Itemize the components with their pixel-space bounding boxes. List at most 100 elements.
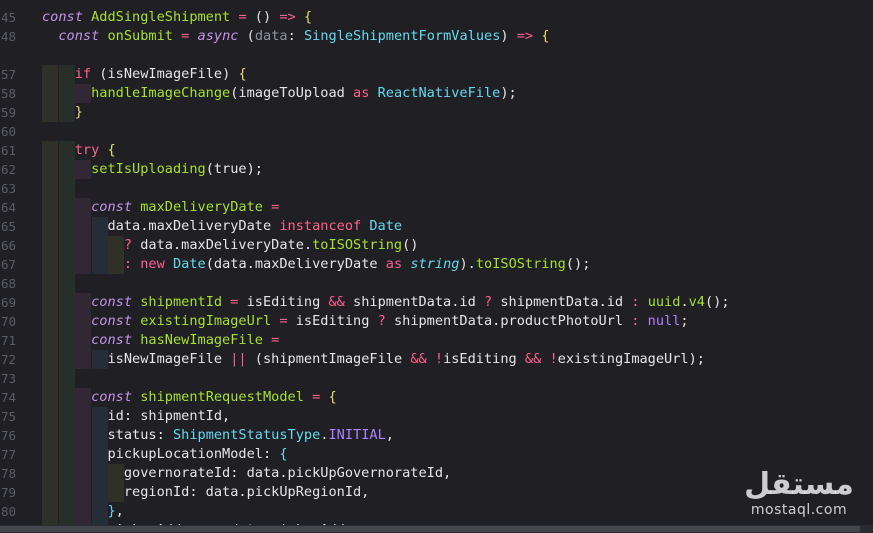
code-token: uuid: [647, 294, 681, 310]
code-line[interactable]: 76 status: ShipmentStatusType.INITIAL,: [0, 426, 873, 445]
code-token: =: [279, 313, 288, 329]
code-line[interactable]: [0, 46, 873, 65]
code-token: const: [91, 313, 141, 329]
indent-guide: [42, 369, 58, 388]
code-token: &&: [328, 294, 345, 310]
code-line[interactable]: 72 isNewImageFile || (shipmentImageFile …: [0, 350, 873, 369]
code-token: existingImageUrl: [140, 313, 272, 329]
code-token: :: [123, 256, 133, 272]
code-token: {: [238, 66, 247, 82]
code-line[interactable]: 63: [0, 179, 873, 198]
code-token: {: [320, 389, 337, 405]
code-token: !: [549, 351, 558, 367]
code-token: ,: [115, 503, 124, 519]
code-editor[interactable]: 45 const AddSingleShipment = () => {48 co…: [0, 0, 873, 533]
code-text: : new Date(data.maxDeliveryDate as strin…: [42, 255, 591, 274]
code-line[interactable]: 66 ? data.maxDeliveryDate.toISOString(): [0, 236, 873, 255]
code-token: (): [402, 237, 419, 253]
watermark-arabic-text: مستقل: [744, 467, 854, 502]
code-line[interactable]: 65 data.maxDeliveryDate instanceof Date: [0, 217, 873, 236]
line-number: 48: [0, 29, 16, 44]
line-number: 69: [0, 295, 16, 310]
code-token: data.maxDeliveryDate: [42, 218, 280, 234]
code-token: if: [74, 66, 92, 82]
line-number: 77: [0, 447, 16, 462]
code-line[interactable]: 73: [0, 369, 873, 388]
code-token: :: [287, 28, 304, 44]
code-token: maxDeliveryDate: [140, 199, 263, 215]
code-line[interactable]: 70 const existingImageUrl = isEditing ? …: [0, 312, 873, 331]
code-token: ?: [377, 313, 386, 329]
code-line[interactable]: 61 try {: [0, 141, 873, 160]
code-token: ||: [230, 351, 247, 367]
code-token: );: [500, 85, 517, 101]
code-token: isEditing: [443, 351, 525, 367]
line-number: 45: [0, 10, 16, 25]
line-number: 68: [0, 276, 16, 291]
code-text: governorateId: data.pickUpGovernorateId,: [42, 464, 451, 483]
indent-guide: [42, 179, 58, 198]
code-token: setIsUploading: [91, 161, 206, 177]
code-token: null: [647, 313, 681, 329]
scrollbar-thumb[interactable]: [0, 526, 860, 532]
code-text: if (isNewImageFile) {: [42, 65, 247, 84]
code-line[interactable]: 67 : new Date(data.maxDeliveryDate as st…: [0, 255, 873, 274]
code-line[interactable]: 69 const shipmentId = isEditing && shipm…: [0, 293, 873, 312]
line-number: 65: [0, 219, 16, 234]
code-line[interactable]: 62 setIsUploading(true);: [0, 160, 873, 179]
code-token: =: [238, 9, 247, 25]
code-line[interactable]: 64 const maxDeliveryDate =: [0, 198, 873, 217]
code-token: ();: [565, 256, 591, 272]
code-text: data.maxDeliveryDate instanceof Date: [42, 217, 402, 236]
code-token: const: [91, 332, 141, 348]
indent-guide: [58, 179, 75, 198]
line-number: 66: [0, 238, 16, 253]
code-token: status:: [42, 427, 173, 443]
code-line[interactable]: 45 const AddSingleShipment = () => {: [0, 8, 873, 27]
code-token: AddSingleShipment: [91, 9, 231, 25]
code-line[interactable]: 60: [0, 122, 873, 141]
code-text: const hasNewImageFile =: [42, 331, 279, 350]
code-line[interactable]: 75 id: shipmentId,: [0, 407, 873, 426]
code-token: try: [74, 142, 100, 158]
code-token: governorateId: data.pickUpGovernorateId,: [42, 465, 452, 481]
code-token: const: [91, 199, 141, 215]
code-line[interactable]: 71 const hasNewImageFile =: [0, 331, 873, 350]
code-line[interactable]: 58 handleImageChange(imageToUpload as Re…: [0, 84, 873, 103]
code-token: {: [99, 142, 116, 158]
horizontal-scrollbar[interactable]: [0, 525, 873, 533]
code-text: id: shipmentId,: [42, 407, 230, 426]
code-token: isNewImageFile: [42, 351, 231, 367]
code-line[interactable]: 59 }: [0, 103, 873, 122]
code-line[interactable]: 57 if (isNewImageFile) {: [0, 65, 873, 84]
line-number: 58: [0, 86, 16, 101]
code-text: const shipmentRequestModel = {: [42, 388, 337, 407]
code-line[interactable]: 77 pickupLocationModel: {: [0, 445, 873, 464]
code-text: try {: [42, 141, 116, 160]
code-token: ;: [680, 313, 689, 329]
line-number: 76: [0, 428, 16, 443]
code-line[interactable]: 48 const onSubmit = async (data: SingleS…: [0, 27, 873, 46]
code-token: SingleShipmentFormValues: [303, 28, 501, 44]
code-token: ReactNativeFile: [377, 85, 501, 101]
line-number: 74: [0, 390, 16, 405]
code-line[interactable]: 68: [0, 274, 873, 293]
code-token: toISOString: [475, 256, 566, 272]
line-number: 78: [0, 466, 16, 481]
code-token: ShipmentStatusType: [172, 427, 321, 443]
code-line[interactable]: 74 const shipmentRequestModel = {: [0, 388, 873, 407]
code-token: =>: [516, 28, 534, 44]
indent-guide: [58, 274, 75, 293]
